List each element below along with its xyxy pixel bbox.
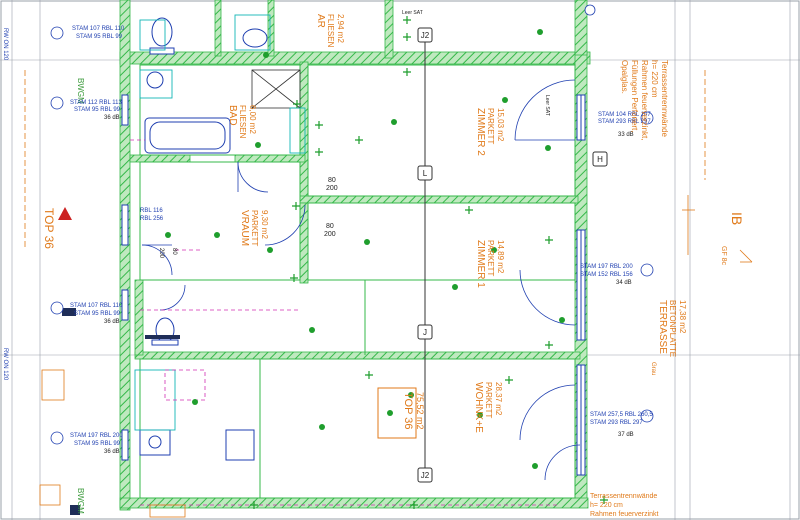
sat-label-2: Leer SAT — [544, 95, 550, 116]
room-wohnen-area: 28,37 m2 — [494, 382, 503, 416]
room-zimmer2-floor: PARKETT — [486, 108, 495, 144]
axis-j: J — [423, 328, 427, 337]
room-ar-name: AR — [315, 14, 326, 28]
rw-label-top: RW ON 120 — [2, 28, 8, 61]
room-wohnen-name: WOHNK+E — [473, 382, 484, 433]
room-label-vraum: VRAUM PARKETT 9,30 m2 — [239, 210, 269, 246]
top36-box-area: 75,52 m2 — [415, 392, 425, 430]
room-ar-area: 2,94 m2 — [336, 14, 345, 43]
top36-label: TOP 36 — [42, 208, 56, 249]
terrasse-note-3: Rahmen feuerverzinkt, — [640, 60, 649, 140]
stamp-s6: STAM 197 RBL 200 STAM 152 RBL 156 34 dB — [580, 264, 633, 286]
room-wohnen-floor: PARKETT — [484, 382, 493, 418]
stamp-s2: STAM 112 RBL 113 STAM 95 RBL 99 36 dB — [70, 100, 122, 121]
terrasse-note-5: Opalglas. — [620, 60, 629, 94]
room-bad-name: BAD — [227, 105, 238, 126]
door-2-width: 80 — [326, 223, 334, 230]
room-bad-floor: FLIESEN — [238, 105, 247, 139]
stamp-s3: STAM 107 RBL 110 STAM 95 RBL 99 36 dB — [70, 303, 123, 325]
room-zimmer2-name: ZIMMER 2 — [475, 108, 486, 156]
top36-marker-triangle — [58, 207, 72, 220]
room-label-zimmer1: ZIMMER 1 PARKETT 14,89 m2 — [475, 240, 505, 288]
outer-dimension — [682, 195, 753, 263]
room-vraum-area: 9,30 m2 — [260, 210, 269, 239]
room-terrasse-floor: BETONPLATTE — [668, 300, 677, 357]
stamp-s3-line1: STAM 107 RBL 110 — [70, 303, 123, 309]
stamp-s2-line2: STAM 95 RBL 99 — [74, 107, 121, 113]
sat-label-1: Leer SAT — [402, 10, 423, 16]
stamp-s1-line1: STAM 107 RBL 110 — [72, 26, 125, 32]
ib-label: IB — [729, 212, 745, 225]
rw-label-bottom: RW ON 120 — [2, 348, 8, 381]
terrasse-bottom-2: h= 220 cm — [590, 502, 623, 509]
stamp-s1: STAM 107 RBL 110 STAM 95 RBL 99 — [72, 26, 125, 40]
stamp-s3-db: 36 dB — [104, 319, 120, 325]
terrasse-note-1: Terrassentrennwände — [660, 60, 669, 137]
terrasse-bottom-3: Rahmen feuerverzinkt — [590, 511, 659, 518]
top36-box-label: TOP 36 75,52 m2 — [402, 392, 425, 430]
door-1-height: 200 — [326, 185, 338, 192]
stamp-s7-db: 37 dB — [618, 432, 634, 438]
magenta-dashes — [130, 139, 560, 506]
bathtub — [144, 117, 231, 154]
stamp-s4: STAM 197 RBL 200 STAM 95 RBL 99 36 dB — [70, 433, 123, 455]
room-ar-floor: FLIESEN — [326, 14, 335, 48]
rbl-label-1: RBL 116 — [140, 208, 163, 214]
grau-label: Grau — [650, 362, 656, 375]
terrasse-note-2: h= 220 cm — [650, 60, 659, 98]
stamp-s4-line2: STAM 95 RBL 99 — [74, 441, 121, 447]
walls — [119, 0, 591, 511]
circle-markers — [50, 4, 654, 445]
room-terrasse-area: 17,38 m2 — [678, 300, 687, 334]
room-label-zimmer2: ZIMMER 2 PARKETT 15,03 m2 — [475, 108, 505, 156]
room-label-bad: BAD FLIESEN 6,00 m2 — [227, 105, 257, 139]
room-zimmer1-area: 14,89 m2 — [496, 240, 505, 274]
axis-j2-bottom: J2 — [421, 471, 430, 480]
room-bad-area: 6,00 m2 — [248, 105, 257, 134]
stamp-s4-db: 36 dB — [104, 449, 120, 455]
room-zimmer2-area: 15,03 m2 — [496, 108, 505, 142]
stamp-s2-db: 36 dB — [104, 115, 120, 121]
grundstufe-label: GF 8c — [720, 246, 727, 266]
door-2-height: 200 — [324, 231, 336, 238]
top36-box-name: TOP 36 — [402, 392, 414, 430]
stamp-s4-line1: STAM 197 RBL 200 — [70, 433, 123, 439]
room-terrasse-name: TERRASSE — [657, 300, 668, 354]
stamp-s6-db: 34 dB — [616, 280, 632, 286]
toilets — [149, 17, 268, 346]
stamp-s2-line1: STAM 112 RBL 113 — [70, 100, 122, 106]
terrasse-bottom-note: Terrassentrennwände h= 220 cm Rahmen feu… — [590, 493, 659, 518]
axis-j2-top: J2 — [421, 31, 430, 40]
terrasse-note-4: Füllungen Perforiert, — [630, 60, 639, 132]
rbl-label-2: RBL 256 — [140, 216, 164, 222]
bwgm-label-bottom: BWGM — [76, 488, 85, 514]
door-3-width: 80 — [171, 248, 177, 255]
stamp-s7: STAM 257,5 RBL 260,5 STAM 293 RBL 297 37… — [590, 412, 653, 438]
room-zimmer1-name: ZIMMER 1 — [475, 240, 486, 288]
stamp-s6-line1: STAM 197 RBL 200 — [580, 264, 633, 270]
room-label-terrasse: TERRASSE BETONPLATTE 17,38 m2 — [657, 300, 687, 357]
stamp-s7-line1: STAM 257,5 RBL 260,5 — [590, 412, 653, 418]
axis-l: L — [423, 169, 428, 178]
stamp-s1-line2: STAM 95 RBL 99 — [76, 34, 123, 40]
room-label-wohnen: WOHNK+E PARKETT 28,37 m2 — [473, 382, 503, 433]
stamp-s6-line2: STAM 152 RBL 156 — [580, 272, 633, 278]
stamp-s7-line2: STAM 293 RBL 297 — [590, 420, 643, 426]
shower-tray — [251, 69, 301, 109]
door-1-width: 80 — [328, 177, 336, 184]
room-label-ar: AR FLIESEN 2,94 m2 — [315, 14, 345, 48]
door-3-height: 200 — [158, 248, 164, 259]
axis-h: H — [597, 155, 603, 164]
stamp-s3-line2: STAM 95 RBL 99 — [74, 311, 121, 317]
terrasse-bottom-1: Terrassentrennwände — [590, 493, 657, 500]
room-vraum-name: VRAUM — [239, 210, 250, 246]
stamp-s5-db: 33 dB — [618, 132, 634, 138]
room-vraum-floor: PARKETT — [250, 210, 259, 246]
room-zimmer1-floor: PARKETT — [486, 240, 495, 276]
terrasse-note: Terrassentrennwände h= 220 cm Rahmen feu… — [620, 60, 669, 140]
floor-plan-drawing: AR FLIESEN 2,94 m2 BAD FLIESEN 6,00 m2 V… — [0, 0, 800, 520]
